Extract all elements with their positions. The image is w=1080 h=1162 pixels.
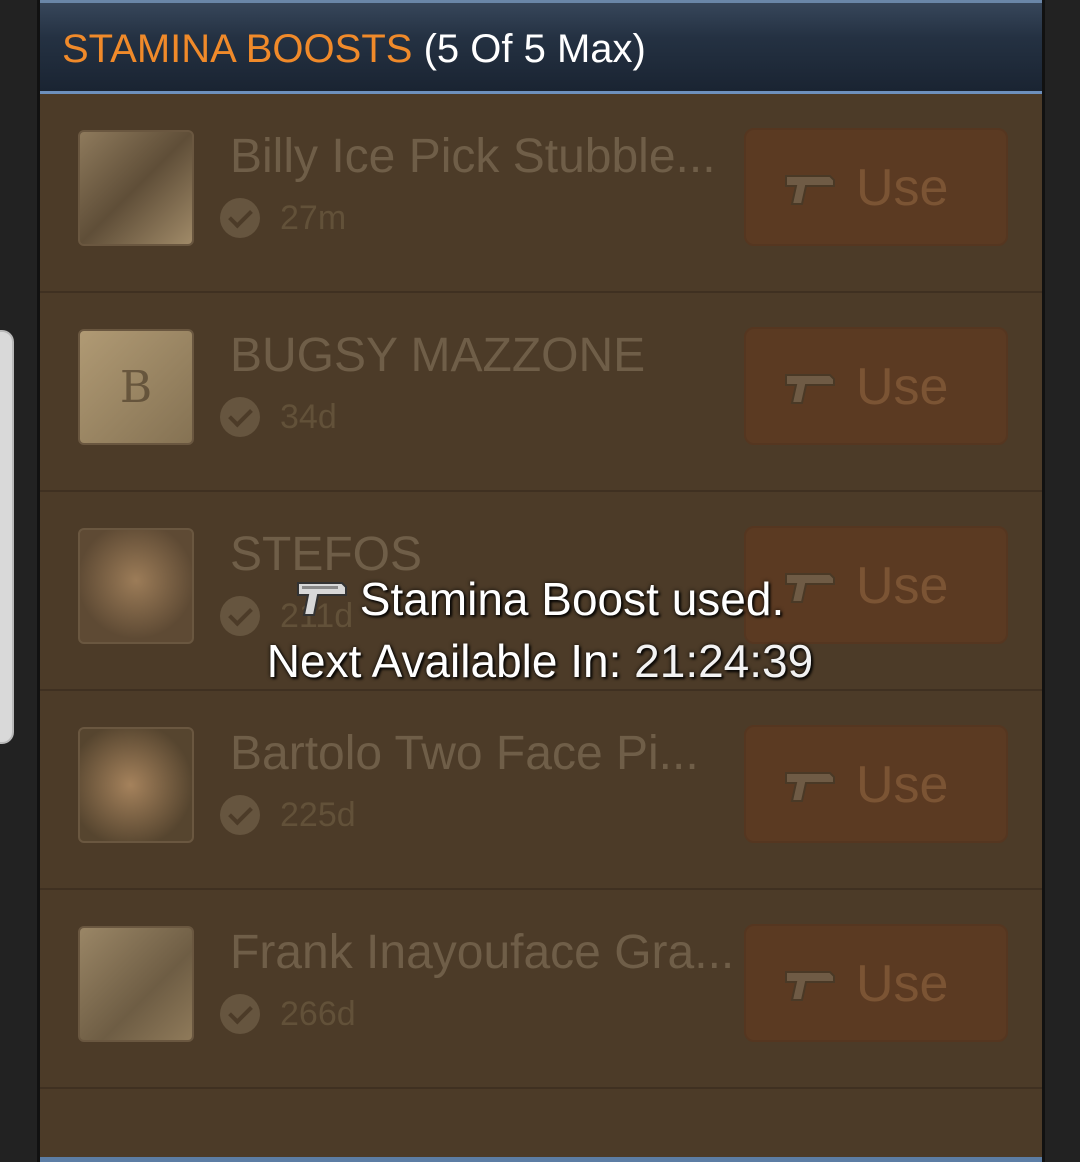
avatar	[78, 727, 194, 843]
list-item: Bartolo Two Face Pi... 225d Use	[40, 691, 1042, 890]
list-item: Billy Ice Pick Stubble... 27m Use	[40, 94, 1042, 293]
avatar	[78, 130, 194, 246]
pistol-icon	[785, 772, 835, 802]
screen: STAMINA BOOSTS (5 Of 5 Max) Billy Ice Pi…	[0, 0, 1080, 1162]
member-name: BUGSY MAZZONE	[230, 329, 646, 382]
check-icon	[220, 795, 260, 835]
use-button[interactable]: Use	[744, 128, 1008, 246]
check-icon	[220, 198, 260, 238]
list-item: B BUGSY MAZZONE 34d Use	[40, 293, 1042, 492]
check-icon	[220, 994, 260, 1034]
bugsy-logo-icon: B	[119, 361, 153, 413]
last-used-time: 27m	[280, 199, 347, 237]
countdown-timer: 21:24:39	[634, 635, 814, 687]
toast-message: Stamina Boost used. Next Available In: 2…	[0, 568, 1080, 692]
use-button-label: Use	[856, 756, 949, 814]
pistol-icon	[785, 374, 835, 404]
toast-line-1: Stamina Boost used.	[0, 568, 1080, 630]
use-button[interactable]: Use	[744, 924, 1008, 1042]
next-available-label: Next Available In:	[266, 635, 622, 687]
member-name: Frank Inayouface Gra...	[230, 926, 730, 979]
title-count: (5 Of 5 Max)	[423, 27, 646, 71]
pistol-icon	[296, 582, 347, 616]
title-label: STAMINA BOOSTS	[62, 27, 413, 71]
avatar: B	[78, 329, 194, 445]
pistol-icon	[785, 175, 835, 205]
panel-title: STAMINA BOOSTS (5 Of 5 Max)	[62, 25, 646, 73]
use-button-label: Use	[856, 955, 949, 1013]
use-button-label: Use	[856, 358, 949, 416]
panel-header: STAMINA BOOSTS (5 Of 5 Max)	[40, 0, 1042, 94]
member-name: Bartolo Two Face Pi...	[230, 727, 699, 780]
last-used-time: 225d	[280, 796, 356, 834]
toast-text: Stamina Boost used.	[359, 573, 785, 625]
avatar	[78, 926, 194, 1042]
member-name: Billy Ice Pick Stubble...	[230, 130, 716, 183]
toast-line-2: Next Available In: 21:24:39	[0, 630, 1080, 692]
last-used-time: 34d	[280, 398, 337, 436]
use-button[interactable]: Use	[744, 327, 1008, 445]
use-button[interactable]: Use	[744, 725, 1008, 843]
use-button-label: Use	[856, 159, 949, 217]
last-used-time: 266d	[280, 995, 356, 1033]
list-item: Frank Inayouface Gra... 266d Use	[40, 890, 1042, 1089]
panel-bottom-border	[40, 1157, 1042, 1162]
pistol-icon	[785, 971, 835, 1001]
check-icon	[220, 397, 260, 437]
